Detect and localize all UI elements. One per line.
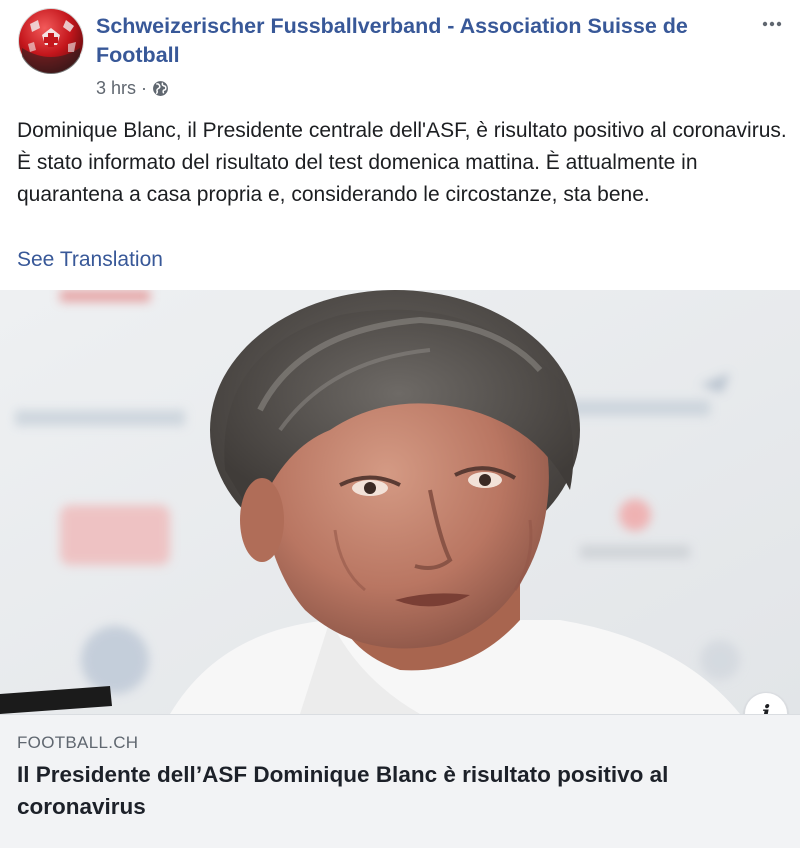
globe-icon[interactable] [152,80,169,97]
portrait-photo [0,290,800,714]
link-domain: FOOTBALL.CH [17,733,139,752]
more-options-icon[interactable] [762,14,782,34]
page-name-link[interactable]: Schweizerischer Fussballverband - Associ… [96,12,736,70]
see-translation-link[interactable]: See Translation [17,246,163,274]
link-title[interactable]: Il Presidente dell’ASF Dominique Blanc è… [17,759,777,823]
link-preview-caption[interactable]: FOOTBALL.CH Il Presidente dell’ASF Domin… [0,714,800,848]
post-timestamp[interactable]: 3 hrs [96,78,136,99]
football-logo-icon [18,8,84,74]
post-meta: 3 hrs · [96,76,169,100]
link-preview-image[interactable] [0,290,800,714]
page-avatar[interactable] [18,8,84,74]
meta-separator: · [141,77,148,98]
post-message: Dominique Blanc, il Presidente centrale … [17,119,787,206]
facebook-post: Schweizerischer Fussballverband - Associ… [0,0,800,848]
